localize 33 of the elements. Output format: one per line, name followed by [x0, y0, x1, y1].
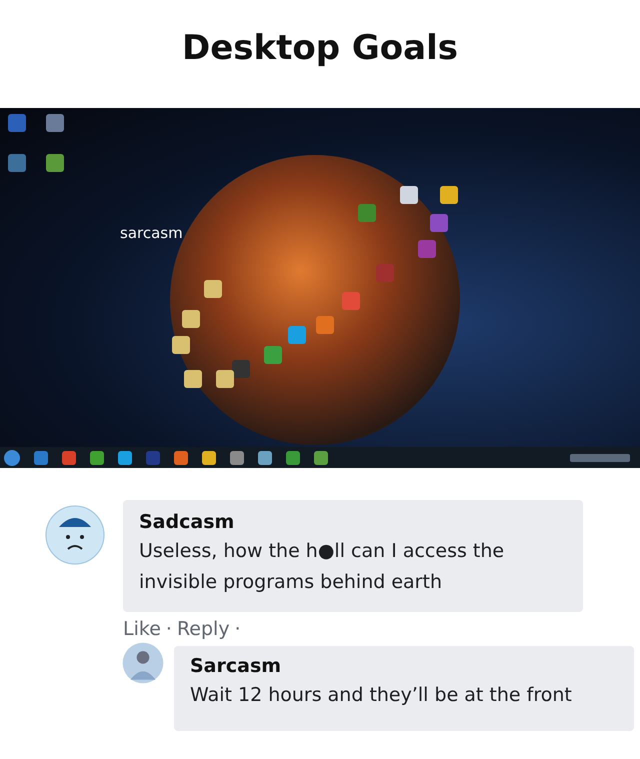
comment-action-link[interactable]: Reply [176, 618, 230, 640]
taskbar-app-icon[interactable] [90, 450, 104, 464]
taskbar-app-icon[interactable] [118, 450, 132, 464]
start-button-icon[interactable] [4, 450, 20, 466]
taskbar-app-icon[interactable] [230, 450, 244, 464]
desktop-shortcut-icon[interactable] [184, 370, 202, 388]
desktop-shortcut-icon[interactable] [182, 310, 200, 328]
system-tray-icon[interactable] [570, 454, 630, 462]
separator-dot: · [234, 618, 241, 640]
taskbar-app-icon[interactable] [314, 450, 328, 464]
taskbar-app-icon[interactable] [258, 450, 272, 464]
comment-action-link[interactable]: Like [123, 618, 161, 640]
comment-text: Useless, how the h●ll can I access the invisible programs behind earth [139, 539, 506, 595]
taskbar-app-icon[interactable] [174, 450, 188, 464]
separator-dot: · [166, 618, 172, 640]
comment-text: Wait 12 hours and they’ll be at the front [190, 683, 573, 708]
user-avatar-icon[interactable] [122, 642, 164, 684]
desktop-shortcut-icon[interactable] [216, 370, 234, 388]
desktop-shortcut-icon[interactable] [440, 186, 458, 204]
desktop-shortcut-icon[interactable] [46, 154, 64, 172]
wallpaper-text: sarcasm [120, 224, 183, 242]
commenter-name[interactable]: Sarcasm [190, 652, 618, 680]
taskbar-app-icon[interactable] [34, 450, 48, 464]
desktop-shortcut-icon[interactable] [400, 186, 418, 204]
meme-title: Desktop Goals [180, 27, 460, 70]
taskbar-app-icon[interactable] [62, 450, 76, 464]
commenter-name[interactable]: Sadcasm [139, 508, 567, 536]
taskbar-app-icon[interactable] [286, 450, 300, 464]
sad-face-avatar-icon[interactable] [45, 505, 105, 565]
desktop-shortcut-icon[interactable] [172, 336, 190, 354]
taskbar-app-icon[interactable] [202, 450, 216, 464]
desktop-shortcut-icon[interactable] [232, 360, 250, 378]
desktop-shortcut-icon[interactable] [46, 114, 64, 132]
